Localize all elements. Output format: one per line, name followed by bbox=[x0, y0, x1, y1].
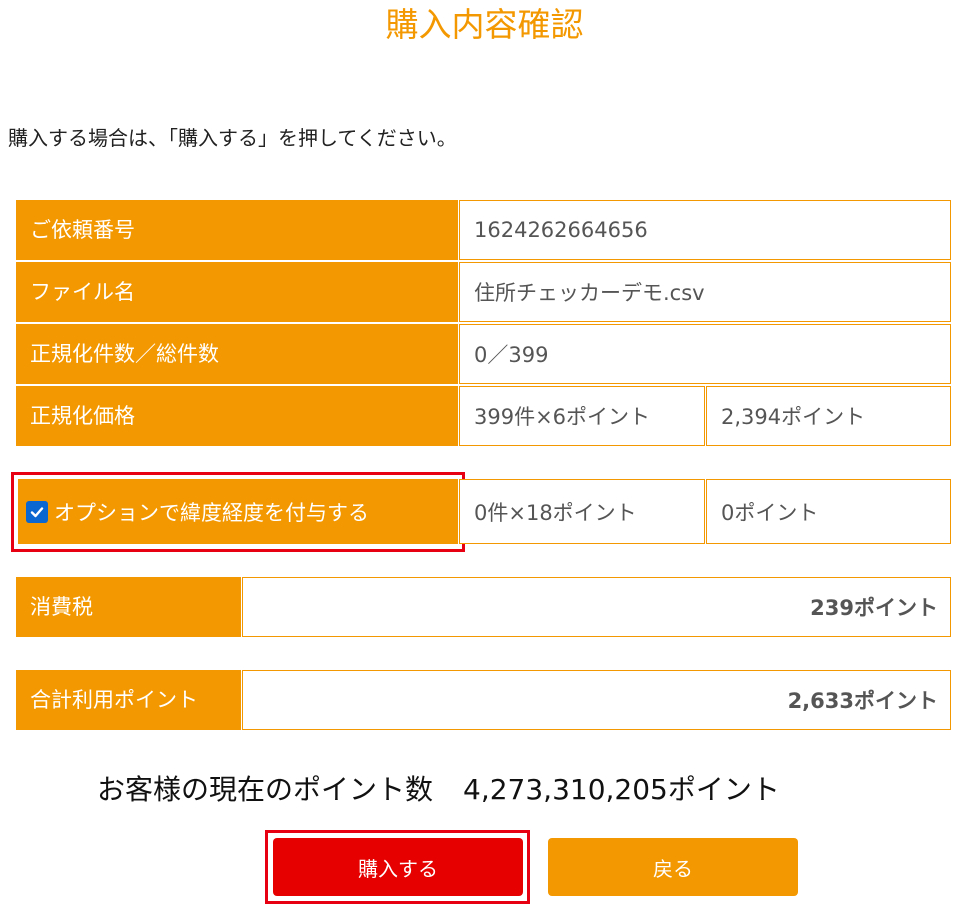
option-total-value: 0ポイント bbox=[706, 479, 951, 544]
check-icon bbox=[30, 506, 44, 517]
count-label: 正規化件数／総件数 bbox=[16, 324, 458, 384]
option-unit-value: 0件×18ポイント bbox=[459, 479, 705, 544]
file-name-value: 住所チェッカーデモ.csv bbox=[459, 262, 951, 322]
current-points-label: お客様の現在のポイント数 bbox=[97, 773, 434, 806]
option-checkbox[interactable] bbox=[26, 500, 48, 523]
request-number-value: 1624262664656 bbox=[459, 200, 951, 260]
option-label-text: オプションで緯度経度を付与する bbox=[54, 500, 369, 525]
instruction-text: 購入する場合は、「購入する」を押してください。 bbox=[8, 126, 457, 150]
price-total-value: 2,394ポイント bbox=[706, 386, 951, 446]
current-points-value: 4,273,310,205ポイント bbox=[463, 773, 780, 806]
price-label: 正規化価格 bbox=[16, 386, 458, 446]
file-name-label: ファイル名 bbox=[16, 262, 458, 322]
price-unit-value: 399件×6ポイント bbox=[459, 386, 705, 446]
back-button[interactable]: 戻る bbox=[548, 838, 798, 896]
page-title: 購入内容確認 bbox=[385, 5, 584, 44]
request-number-label: ご依頼番号 bbox=[16, 200, 458, 260]
option-checkbox-row[interactable]: オプションで緯度経度を付与する bbox=[18, 479, 458, 544]
total-label: 合計利用ポイント bbox=[16, 670, 241, 730]
tax-value: 239ポイント bbox=[242, 577, 951, 637]
total-value: 2,633ポイント bbox=[242, 670, 951, 730]
tax-label: 消費税 bbox=[16, 577, 241, 637]
count-value: 0／399 bbox=[459, 324, 951, 384]
current-points: お客様の現在のポイント数 4,273,310,205ポイント bbox=[97, 770, 780, 810]
buy-button[interactable]: 購入する bbox=[273, 838, 523, 896]
